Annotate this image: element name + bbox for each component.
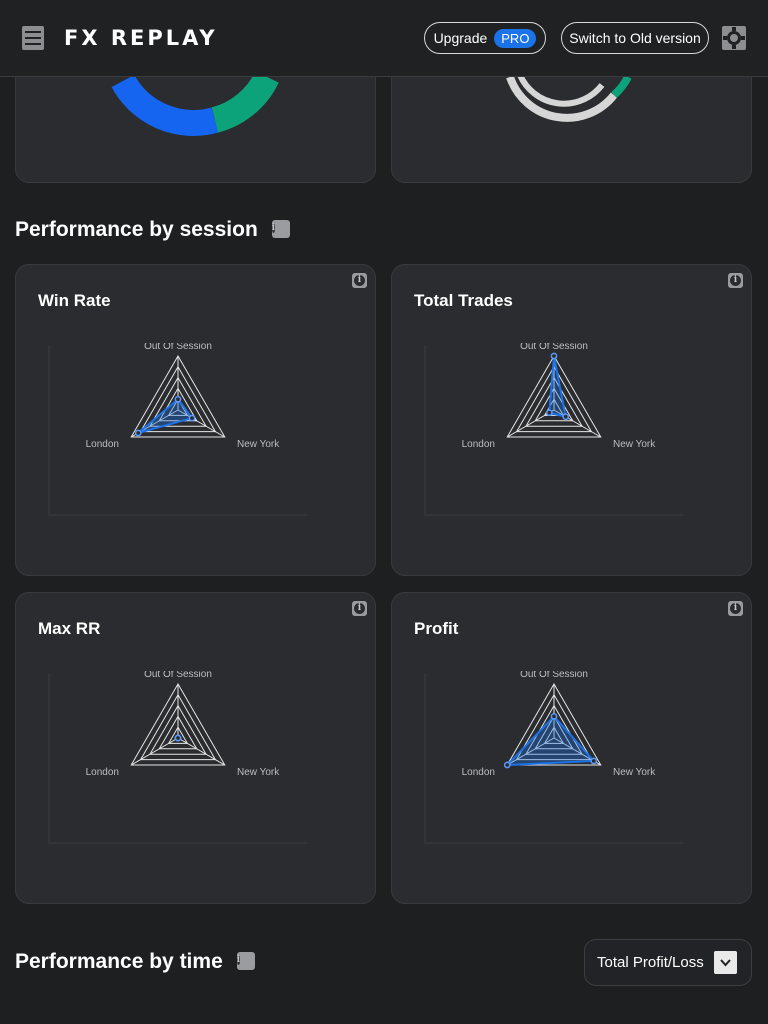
section-title-time: Performance by time	[15, 950, 255, 974]
app-logo[interactable]: FX REPLAY	[64, 24, 218, 52]
radar-axis-label: Out Of Session	[144, 671, 212, 680]
switch-old-version-button[interactable]: Switch to Old version	[561, 22, 709, 54]
info-icon[interactable]	[728, 273, 743, 288]
radar-spoke	[130, 737, 179, 766]
radar-chart: Out Of Session New York London	[48, 343, 307, 516]
radar-card-profit: Profit Out Of Session New York London	[391, 592, 752, 904]
radar-point	[174, 395, 182, 403]
radar-point	[545, 409, 553, 417]
top-bar: FX REPLAY Upgrade PRO Switch to Old vers…	[0, 0, 768, 77]
radar-point	[174, 734, 182, 742]
radar-chart: Out Of Session New York London	[48, 671, 307, 844]
card-title: Total Trades	[414, 291, 513, 310]
radar-point	[550, 352, 558, 360]
radar-point	[134, 429, 142, 437]
settings-gear-icon[interactable]	[722, 26, 746, 50]
upgrade-button[interactable]: Upgrade PRO	[424, 22, 546, 54]
radar-axis-label: New York	[237, 767, 280, 778]
time-metric-select[interactable]: Total Profit/Loss	[584, 939, 752, 986]
radar-axis-label: London	[462, 439, 495, 450]
radar-axis-label: London	[462, 767, 495, 778]
radar-chart: Out Of Session New York London	[424, 671, 683, 844]
radar-axis-label: London	[86, 767, 119, 778]
radar-axis-label: Out Of Session	[144, 343, 212, 352]
radar-axis-label: New York	[237, 439, 280, 450]
radar-axis-label: Out Of Session	[520, 671, 588, 680]
radar-series-area	[548, 355, 567, 419]
radar-axis-label: New York	[613, 767, 656, 778]
card-title: Win Rate	[38, 291, 111, 310]
radar-card-max-rr: Max RR Out Of Session New York London	[15, 592, 376, 904]
info-icon[interactable]	[352, 601, 367, 616]
info-icon[interactable]	[271, 220, 290, 238]
radar-point	[503, 761, 511, 769]
radar-point	[562, 413, 570, 421]
card-title: Profit	[414, 619, 459, 638]
info-icon[interactable]	[236, 952, 255, 970]
radar-axis-label: London	[86, 439, 119, 450]
radar-axis-label: New York	[613, 439, 656, 450]
radar-axis-label: Out Of Session	[520, 343, 588, 352]
chevron-down-icon[interactable]	[714, 951, 737, 974]
radar-card-total-trades: Total Trades Out Of Session New York Londo…	[391, 264, 752, 576]
upgrade-label: Upgrade	[433, 30, 488, 46]
card-title: Max RR	[38, 619, 101, 638]
radar-card-win-rate: Win Rate Out Of Session New York London	[15, 264, 376, 576]
radar-spoke	[177, 737, 226, 766]
info-icon[interactable]	[728, 601, 743, 616]
radar-point	[590, 757, 598, 765]
section-title-session: Performance by session	[15, 218, 290, 242]
info-icon[interactable]	[352, 273, 367, 288]
select-value: Total Profit/Loss	[597, 954, 704, 971]
radar-point	[550, 713, 558, 720]
radar-series-area	[137, 397, 194, 434]
radar-point	[188, 414, 196, 422]
radar-chart: Out Of Session New York London	[424, 343, 683, 516]
pro-badge: PRO	[494, 28, 537, 48]
menu-icon[interactable]	[22, 26, 44, 50]
